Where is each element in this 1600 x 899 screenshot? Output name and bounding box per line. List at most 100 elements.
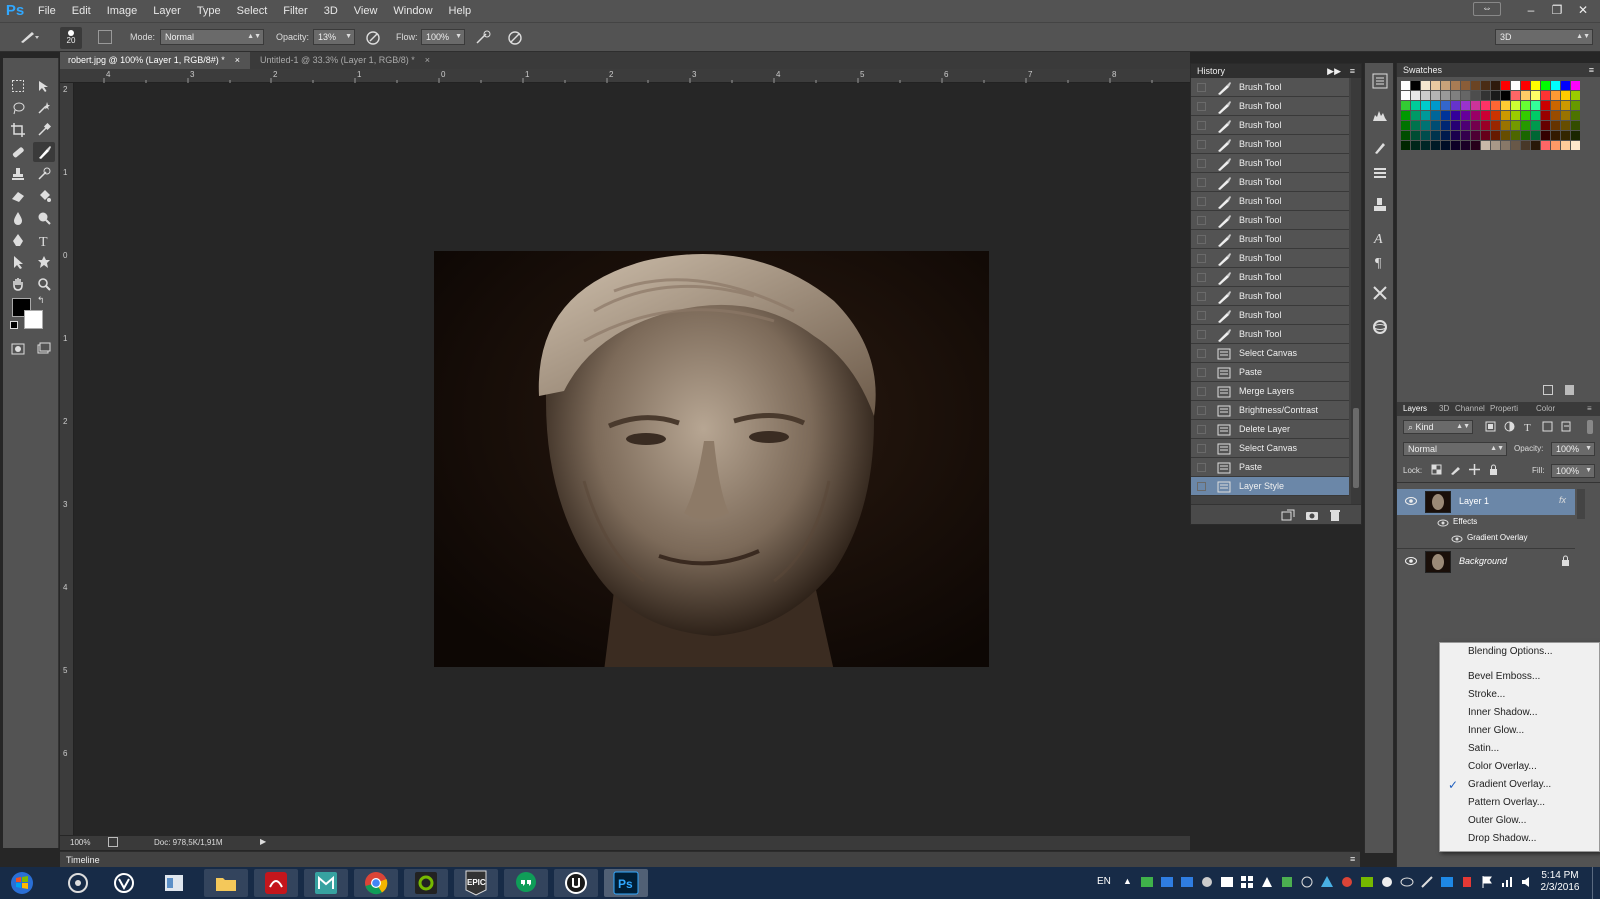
history-item[interactable]: Layer Style <box>1191 477 1349 496</box>
color-swatch[interactable] <box>1541 111 1550 120</box>
background-color-swatch[interactable] <box>24 310 43 329</box>
color-swatch[interactable] <box>1541 91 1550 100</box>
show-hidden-icons-icon[interactable]: ▲ <box>1123 876 1132 886</box>
context-menu-item[interactable]: Stroke... <box>1440 687 1599 704</box>
color-swatch[interactable] <box>1411 141 1420 150</box>
history-item[interactable]: Brush Tool <box>1191 135 1349 154</box>
color-swatch[interactable] <box>1461 131 1470 140</box>
tray-app-icon[interactable] <box>1320 875 1334 889</box>
tray-app-icon[interactable] <box>1420 875 1434 889</box>
color-swatch[interactable] <box>1421 131 1430 140</box>
color-swatch[interactable] <box>1571 131 1580 140</box>
color-swatch[interactable] <box>1491 141 1500 150</box>
minimize-button[interactable]: – <box>1520 2 1542 18</box>
color-swatch[interactable] <box>1481 131 1490 140</box>
tray-app-icon[interactable] <box>1160 875 1174 889</box>
color-swatch[interactable] <box>1461 111 1470 120</box>
brush-panel-toggle-icon[interactable] <box>98 30 112 44</box>
color-swatch[interactable] <box>1431 81 1440 90</box>
history-snapshot-checkbox[interactable] <box>1197 311 1206 320</box>
color-swatch[interactable] <box>1441 101 1450 110</box>
color-swatch[interactable] <box>1511 81 1520 90</box>
color-swatch[interactable] <box>1551 91 1560 100</box>
color-swatch[interactable] <box>1471 111 1480 120</box>
history-snapshot-checkbox[interactable] <box>1197 463 1206 472</box>
color-swatch[interactable] <box>1551 101 1560 110</box>
opacity-field[interactable]: 13% ▼ <box>313 29 355 45</box>
color-swatch[interactable] <box>1541 141 1550 150</box>
language-indicator[interactable]: EN <box>1097 876 1111 887</box>
history-item[interactable]: Brush Tool <box>1191 325 1349 344</box>
color-swatch[interactable] <box>1561 131 1570 140</box>
history-item[interactable]: Brush Tool <box>1191 249 1349 268</box>
color-swatch[interactable] <box>1491 91 1500 100</box>
menu-filter[interactable]: Filter <box>275 0 315 22</box>
move-tool-icon[interactable] <box>33 76 55 96</box>
context-menu-item[interactable]: Inner Shadow... <box>1440 705 1599 722</box>
color-swatch[interactable] <box>1401 131 1410 140</box>
color-swatch[interactable] <box>1481 101 1490 110</box>
color-swatch[interactable] <box>1441 141 1450 150</box>
color-swatch[interactable] <box>1561 81 1570 90</box>
collapse-panel-icon[interactable]: ▶▶ <box>1327 64 1341 78</box>
close-tab-icon[interactable]: × <box>235 55 240 65</box>
character-panel-icon[interactable]: A <box>1372 229 1388 245</box>
color-swatch[interactable] <box>1451 131 1460 140</box>
menu-type[interactable]: Type <box>189 0 229 22</box>
color-swatch[interactable] <box>1451 81 1460 90</box>
history-item[interactable]: Brush Tool <box>1191 230 1349 249</box>
lasso-tool-icon[interactable] <box>7 98 29 118</box>
action-center-flag-icon[interactable] <box>1480 875 1494 889</box>
color-swatch[interactable] <box>1571 121 1580 130</box>
epic-games-icon[interactable]: EPIC <box>454 869 498 897</box>
history-snapshot-checkbox[interactable] <box>1197 159 1206 168</box>
color-swatch[interactable] <box>1521 81 1530 90</box>
unreal-engine-icon[interactable] <box>554 869 598 897</box>
layers-scrollbar[interactable] <box>1577 489 1585 519</box>
history-item[interactable]: Brush Tool <box>1191 287 1349 306</box>
photoshop-taskbar-icon[interactable]: Ps <box>604 869 648 897</box>
visibility-eye-icon[interactable] <box>1405 496 1417 506</box>
tab-properties[interactable]: Properti <box>1490 402 1518 416</box>
panel-menu-icon[interactable]: ≡ <box>1587 402 1592 416</box>
clone-stamp-tool-icon[interactable] <box>7 164 29 184</box>
type-filter-icon[interactable]: T <box>1523 421 1534 432</box>
magic-wand-tool-icon[interactable] <box>33 98 55 118</box>
color-swatch[interactable] <box>1411 81 1420 90</box>
color-swatch[interactable] <box>1571 111 1580 120</box>
history-title[interactable]: History <box>1197 66 1225 76</box>
context-menu-item[interactable]: Pattern Overlay... <box>1440 795 1599 812</box>
paint-bucket-tool-icon[interactable] <box>33 186 55 206</box>
camera-icon[interactable] <box>1305 509 1319 521</box>
layer-row-background[interactable]: Background <box>1397 549 1575 575</box>
color-swatch[interactable] <box>1441 81 1450 90</box>
history-scrollbar[interactable] <box>1351 78 1361 504</box>
color-swatch[interactable] <box>1461 81 1470 90</box>
history-item[interactable]: Select Canvas <box>1191 439 1349 458</box>
blend-mode-select[interactable]: Normal ▲▼ <box>1403 442 1507 456</box>
color-swatch[interactable] <box>1411 91 1420 100</box>
menu-image[interactable]: Image <box>99 0 146 22</box>
color-swatch[interactable] <box>1511 101 1520 110</box>
history-item[interactable]: Paste <box>1191 363 1349 382</box>
brush-preset-icon[interactable] <box>18 29 40 45</box>
tab-color[interactable]: Color <box>1536 402 1555 416</box>
color-swatch[interactable] <box>1451 91 1460 100</box>
color-swatch[interactable] <box>1521 91 1530 100</box>
history-snapshot-checkbox[interactable] <box>1197 330 1206 339</box>
default-colors-icon[interactable] <box>10 321 18 329</box>
restore-button[interactable]: ❐ <box>1546 2 1568 18</box>
dodge-tool-icon[interactable] <box>33 208 55 228</box>
color-swatch[interactable] <box>1481 111 1490 120</box>
context-menu-item[interactable]: Inner Glow... <box>1440 723 1599 740</box>
color-swatch[interactable] <box>1481 81 1490 90</box>
flow-field[interactable]: 100% ▼ <box>421 29 465 45</box>
color-swatch[interactable] <box>1491 111 1500 120</box>
path-selection-tool-icon[interactable] <box>7 252 29 272</box>
color-swatch[interactable] <box>1521 131 1530 140</box>
color-swatch[interactable] <box>1501 91 1510 100</box>
tray-app-icon[interactable] <box>1140 875 1154 889</box>
color-swatch[interactable] <box>1551 111 1560 120</box>
healing-brush-tool-icon[interactable] <box>7 142 29 162</box>
color-swatch[interactable] <box>1461 141 1470 150</box>
